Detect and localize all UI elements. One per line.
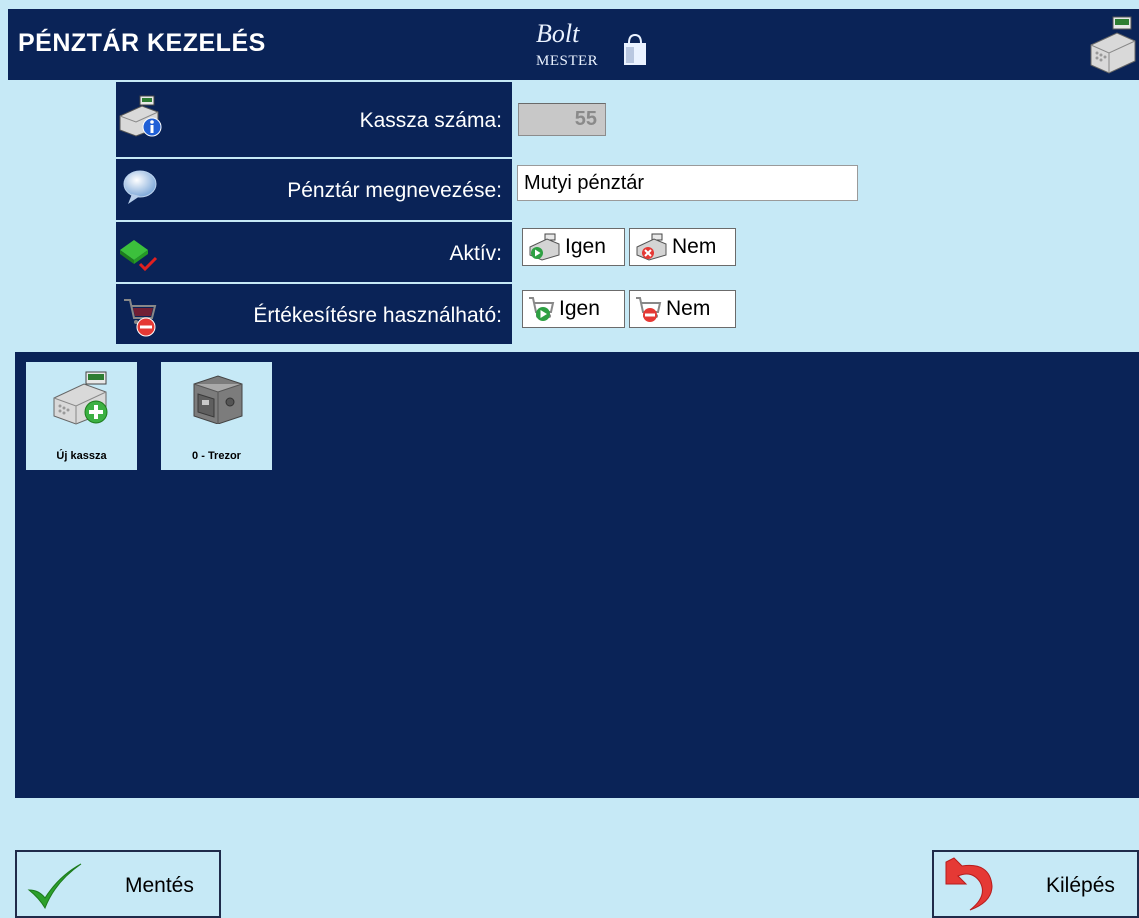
register-number-field[interactable] [518, 103, 606, 136]
register-name-row: Pénztár megnevezése: [116, 159, 512, 220]
cart-no-entry-small-icon [636, 297, 662, 322]
register-name-input[interactable] [517, 165, 858, 201]
sellable-label: Értékesítésre használható: [253, 304, 502, 327]
exit-button-label: Kilépés [1046, 874, 1115, 897]
active-yes-label: Igen [565, 235, 606, 258]
active-check-icon [120, 240, 158, 272]
exit-button[interactable]: Kilépés [932, 850, 1139, 918]
cash-register-info-icon [119, 95, 162, 137]
active-row: Aktív: [116, 222, 512, 282]
page-title: PÉNZTÁR KEZELÉS [18, 29, 266, 57]
cart-play-icon [529, 297, 555, 321]
checkmark-icon [27, 863, 82, 910]
safe-icon [193, 375, 243, 424]
active-label: Aktív: [449, 242, 502, 265]
new-register-tile[interactable]: Új kassza [26, 362, 137, 470]
register-number-label: Kassza száma: [359, 109, 502, 132]
new-register-tile-label: Új kassza [56, 450, 107, 462]
sellable-no-label: Nem [666, 297, 711, 320]
register-name-label: Pénztár megnevezése: [287, 179, 502, 202]
cash-register-add-icon [53, 371, 108, 425]
sellable-yes-button[interactable]: Igen [522, 290, 625, 328]
register-list-panel: Új kassza 0 - Trezor [15, 352, 1139, 798]
header-bar: PÉNZTÁR KEZELÉS Bolt MESTER [8, 9, 1139, 80]
vault-register-tile-label: 0 - Trezor [192, 450, 241, 462]
shopping-bag-icon [624, 33, 646, 65]
cart-no-entry-icon [124, 299, 157, 337]
register-number-row: Kassza száma: [116, 82, 512, 157]
sellable-no-button[interactable]: Nem [629, 290, 736, 328]
app-logo: Bolt MESTER [526, 19, 651, 73]
save-button-label: Mentés [125, 874, 194, 897]
active-no-button[interactable]: Nem [629, 228, 736, 266]
sellable-yes-label: Igen [559, 297, 600, 320]
logo-text-mester: MESTER [536, 53, 599, 69]
active-yes-button[interactable]: Igen [522, 228, 625, 266]
cash-register-icon [1090, 16, 1136, 74]
save-button[interactable]: Mentés [15, 850, 221, 918]
undo-arrow-icon [945, 857, 993, 911]
active-no-label: Nem [672, 235, 717, 258]
logo-text-bolt: Bolt [536, 19, 580, 48]
register-stop-icon [636, 233, 667, 261]
vault-register-tile[interactable]: 0 - Trezor [161, 362, 272, 470]
speech-bubble-icon [123, 170, 157, 204]
register-play-icon [529, 233, 560, 261]
sellable-row: Értékesítésre használható: [116, 284, 512, 344]
